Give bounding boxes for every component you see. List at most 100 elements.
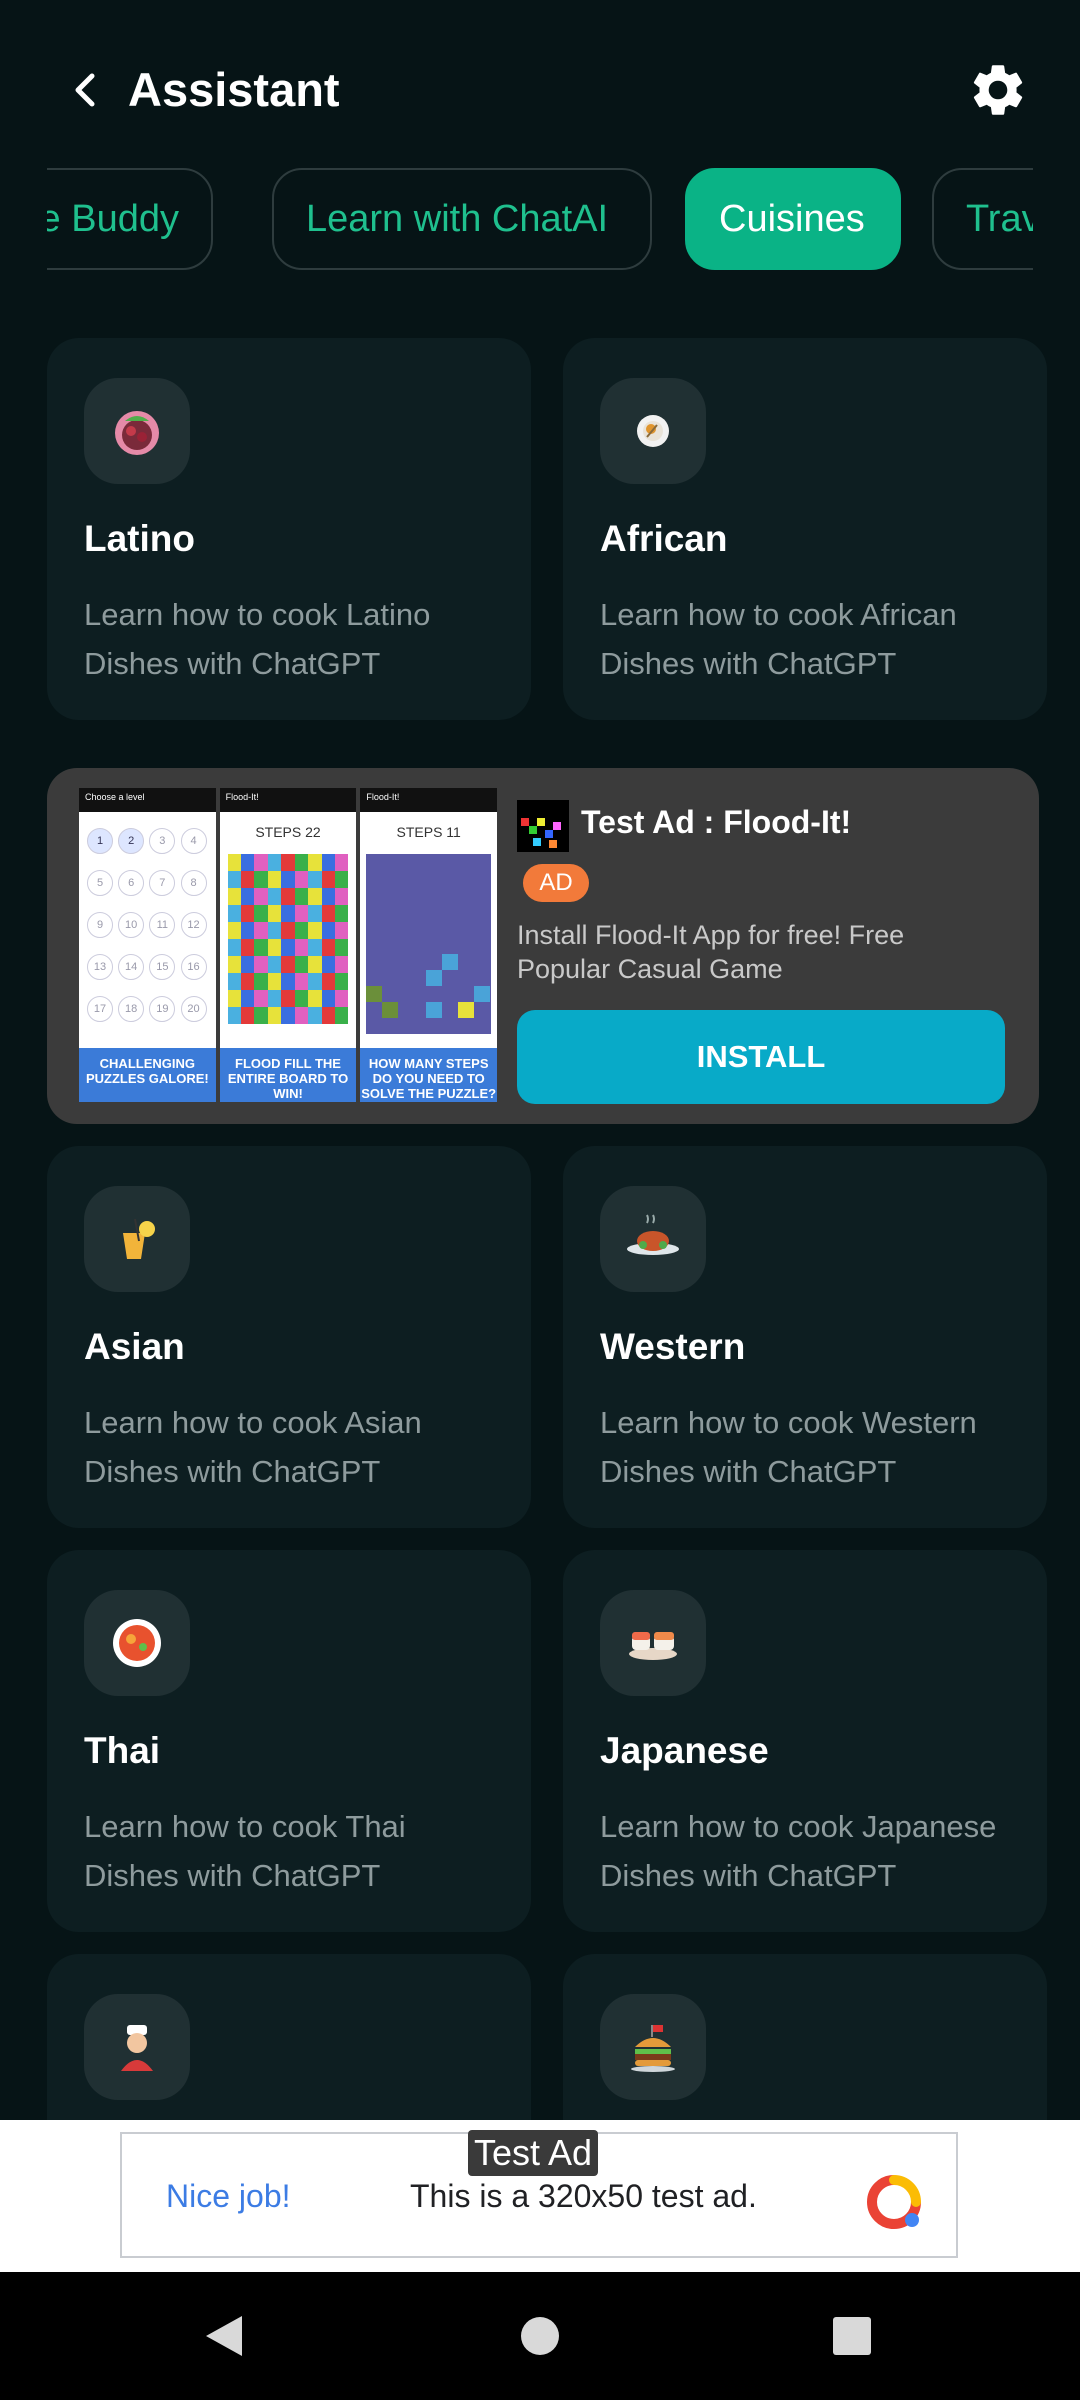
board-cell — [254, 990, 268, 1007]
nav-home-button[interactable] — [516, 2312, 564, 2360]
board-cell — [321, 905, 335, 922]
board-cell — [321, 939, 335, 956]
tab-label: Learn with ChatAI — [306, 197, 609, 240]
board-cell — [294, 871, 309, 888]
board-cell — [321, 973, 335, 990]
board-cell — [321, 990, 335, 1007]
card-title: Western — [600, 1326, 746, 1367]
board-cell — [294, 854, 309, 871]
board-cell — [281, 922, 295, 939]
card-icon-container — [84, 1186, 190, 1292]
board-cell — [321, 922, 335, 939]
board-cell — [267, 956, 282, 973]
tab-learn-with-chatai[interactable]: Learn with ChatAI — [272, 168, 652, 270]
board-cell — [254, 905, 268, 922]
chef-icon — [121, 2025, 153, 2071]
board-cell — [308, 973, 322, 990]
board-cell — [227, 888, 242, 905]
ad-badge: AD — [523, 864, 589, 902]
cuisine-card-latino[interactable]: Latino Learn how to cook Latino Dishes w… — [47, 338, 531, 720]
board-cell — [308, 854, 322, 871]
cuisine-card-western[interactable]: Western Learn how to cook Western Dishes… — [563, 1146, 1047, 1528]
board-cell — [241, 888, 255, 905]
native-ad[interactable]: Choose a level 1 2 3 4 5 6 7 8 9 10 11 1… — [47, 768, 1039, 1124]
board-cell — [241, 1007, 255, 1024]
page-title: Assistant — [128, 63, 340, 116]
board-cell — [281, 939, 295, 956]
triangle-back-icon — [206, 2316, 242, 2356]
test-ad-label: Test Ad — [468, 2130, 599, 2176]
board-cell — [334, 973, 349, 990]
nav-back-button[interactable] — [200, 2312, 248, 2360]
level-button: 1 — [87, 828, 113, 854]
board-cell — [267, 990, 282, 1007]
card-description: Learn how to cook Asian Dishes with Chat… — [84, 1405, 422, 1489]
tab-travel[interactable]: Trav — [932, 168, 1033, 270]
sushi-icon — [629, 1632, 677, 1660]
nav-recents-button[interactable] — [828, 2312, 876, 2360]
board-cell — [281, 871, 295, 888]
board-cell — [321, 854, 335, 871]
board-cell — [267, 905, 282, 922]
board-cell — [281, 854, 295, 871]
card-title: Asian — [84, 1326, 185, 1367]
cuisine-card-african[interactable]: African Learn how to cook African Dishes… — [563, 338, 1047, 720]
level-button: 19 — [149, 996, 176, 1022]
board-cell — [254, 956, 268, 973]
level-button: 10 — [118, 912, 145, 938]
board-cell — [308, 956, 322, 973]
board-cell — [254, 939, 268, 956]
fruit-bowl-icon — [115, 411, 159, 455]
cuisine-card-thai[interactable]: Thai Learn how to cook Thai Dishes with … — [47, 1550, 531, 1932]
cuisine-card-japanese[interactable]: Japanese Learn how to cook Japanese Dish… — [563, 1550, 1047, 1932]
board-cell — [308, 888, 322, 905]
ad-title[interactable]: Test Ad : Flood-It! — [581, 804, 851, 841]
plate-dish-icon — [637, 415, 669, 447]
level-button: 6 — [118, 870, 145, 896]
screenshot-topbar: Choose a level — [79, 788, 216, 812]
level-button: 13 — [87, 954, 113, 980]
board-cell — [308, 871, 322, 888]
card-icon-container — [84, 1994, 190, 2100]
settings-button[interactable] — [962, 54, 1034, 126]
board-cell — [241, 990, 255, 1007]
back-button[interactable] — [56, 60, 116, 120]
board-cell — [254, 871, 268, 888]
board-cell — [294, 888, 309, 905]
card-icon-container — [600, 1590, 706, 1696]
banner-cta-text[interactable]: Nice job! — [166, 2178, 291, 2215]
cuisine-card-asian[interactable]: Asian Learn how to cook Asian Dishes wit… — [47, 1146, 531, 1528]
board-cell — [241, 871, 255, 888]
board-cell — [227, 939, 242, 956]
screenshot-topbar: Flood-It! — [360, 788, 498, 812]
board-cell — [334, 871, 349, 888]
board-cell — [334, 854, 349, 871]
tab-lifestyle-buddy[interactable]: yle Buddy — [47, 168, 213, 270]
ad-description: Install Flood-It App for free! Free Popu… — [517, 920, 905, 984]
card-icon-container — [84, 378, 190, 484]
tab-cuisines[interactable]: Cuisines — [685, 168, 901, 270]
level-button: 20 — [180, 996, 207, 1022]
ads-logo-icon — [867, 2175, 921, 2229]
circle-home-icon — [521, 2317, 559, 2355]
board-cell — [334, 1007, 349, 1024]
ad-screenshot-board: Flood-It! STEPS 22 FLOOD FILL THE ENTIRE… — [219, 788, 357, 1102]
level-button: 11 — [149, 912, 176, 938]
square-recents-icon — [833, 2317, 871, 2355]
board-cell — [267, 1007, 282, 1024]
level-grid: 1 2 3 4 5 6 7 8 9 10 11 12 13 14 15 16 1… — [87, 828, 208, 1022]
ad-screenshot-purple: Flood-It! STEPS 11 HOW MANY STEPS DO YOU… — [360, 788, 498, 1102]
board-cell — [254, 1007, 268, 1024]
board-cell — [267, 973, 282, 990]
card-description: Learn how to cook Latino Dishes with Cha… — [84, 597, 431, 681]
level-button: 18 — [118, 996, 145, 1022]
board-cell — [267, 888, 282, 905]
board-cell — [281, 990, 295, 1007]
install-button[interactable]: INSTALL — [517, 1010, 1005, 1104]
steps-counter: STEPS 22 — [255, 824, 321, 840]
card-icon-container — [600, 1994, 706, 2100]
card-icon-container — [600, 1186, 706, 1292]
board-cell — [294, 973, 309, 990]
level-button: 4 — [180, 828, 207, 854]
category-tabs[interactable]: yle Buddy Learn with ChatAI Cuisines Tra… — [47, 168, 1033, 274]
